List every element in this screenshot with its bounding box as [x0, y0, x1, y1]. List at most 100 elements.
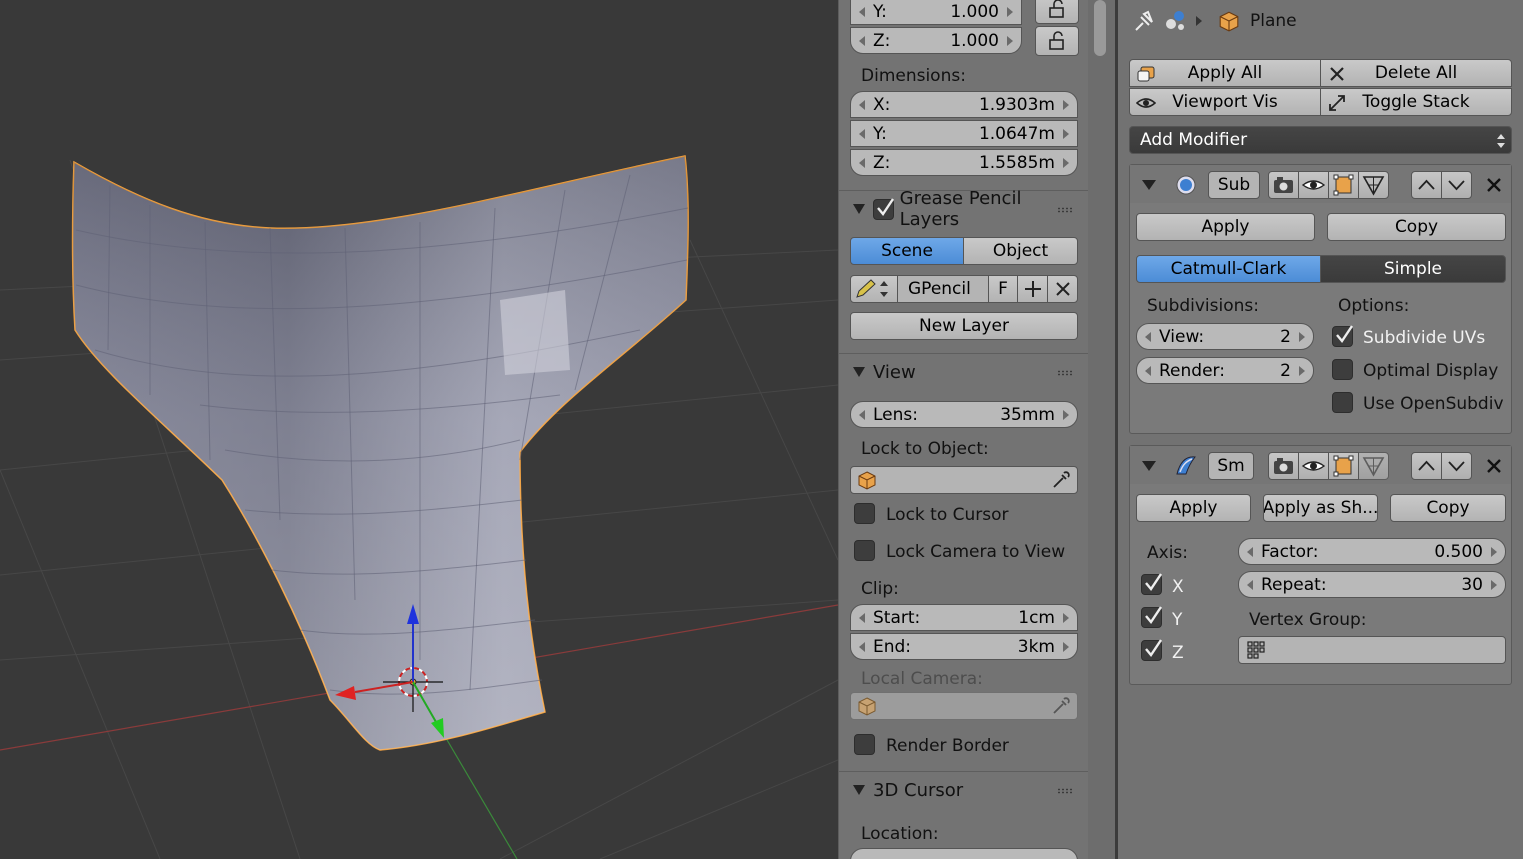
subsurf-view-levels-field[interactable]: View: 2 [1136, 323, 1314, 350]
cursor-location-x-field[interactable] [850, 848, 1078, 859]
repeat-field[interactable]: Repeat: 30 [1238, 571, 1506, 598]
smooth-copy-button[interactable]: Copy [1390, 494, 1506, 522]
close-icon[interactable] [1484, 456, 1504, 476]
checkmark-icon [877, 197, 894, 216]
vertex-group-icon [1247, 641, 1265, 659]
dimensions-x-field[interactable]: X: 1.9303m [850, 91, 1078, 118]
apply-as-shape-button[interactable]: Apply as Sh... [1263, 494, 1378, 522]
lens-field[interactable]: Lens: 35mm [850, 401, 1078, 428]
checkmark-icon [1145, 573, 1162, 592]
gpencil-browse-button[interactable] [850, 275, 898, 303]
lock-to-cursor-label: Lock to Cursor [886, 505, 1009, 525]
editmode-icon [1333, 455, 1354, 477]
object-name: Plane [1250, 11, 1297, 31]
axis-z-label: Z [1172, 643, 1184, 663]
optimal-display-label: Optimal Display [1363, 361, 1499, 381]
new-layer-button[interactable]: New Layer [850, 312, 1078, 340]
use-opensubdiv-label: Use OpenSubdiv [1363, 394, 1504, 414]
scrollbar-thumb[interactable] [1094, 0, 1106, 56]
axis-y-checkbox[interactable] [1141, 606, 1162, 628]
drag-grip-icon[interactable] [1057, 788, 1073, 794]
cage-triangle-icon [1362, 176, 1385, 196]
delete-all-button[interactable]: Delete All [1320, 59, 1512, 87]
local-camera-field[interactable] [850, 692, 1078, 720]
dimensions-z-field[interactable]: Z: 1.5585m [850, 149, 1078, 176]
modifier-apply-icon [1137, 66, 1155, 82]
unlink-gpencil-button[interactable] [1047, 275, 1078, 303]
subsurf-icon [1176, 175, 1196, 195]
view-panel-header[interactable]: View [843, 355, 1083, 389]
camera-icon [1274, 177, 1293, 193]
move-down-button[interactable] [1441, 452, 1472, 480]
move-down-button[interactable] [1441, 171, 1472, 199]
new-gpencil-button[interactable] [1017, 275, 1048, 303]
updown-arrows-icon [1497, 134, 1505, 148]
move-up-button[interactable] [1411, 452, 1442, 480]
drag-grip-icon[interactable] [1057, 370, 1073, 376]
apply-all-button[interactable]: Apply All [1129, 59, 1321, 87]
use-opensubdiv-checkbox[interactable] [1332, 392, 1353, 413]
grease-pencil-panel-header[interactable]: Grease Pencil Layers [843, 188, 1083, 230]
smooth-modifier-box: Sm Apply Apply as Sh... Copy Axis: Facto… [1129, 445, 1512, 685]
factor-field[interactable]: Factor: 0.500 [1238, 538, 1506, 565]
axis-z-checkbox[interactable] [1141, 639, 1162, 661]
viewport-toggle-button[interactable] [1298, 171, 1329, 199]
add-modifier-dropdown[interactable]: Add Modifier [1129, 126, 1512, 154]
move-up-button[interactable] [1411, 171, 1442, 199]
axis-x-label: X [1172, 577, 1184, 597]
axis-x-checkbox[interactable] [1141, 573, 1162, 595]
eyedropper-icon[interactable] [1051, 696, 1071, 716]
smooth-apply-button[interactable]: Apply [1136, 494, 1251, 522]
vertex-group-field[interactable] [1238, 636, 1506, 664]
subdivide-uvs-checkbox[interactable] [1332, 325, 1353, 347]
tab-object[interactable]: Object [963, 237, 1078, 265]
catmull-clark-option[interactable]: Catmull-Clark [1136, 255, 1321, 283]
close-icon[interactable] [1484, 175, 1504, 195]
render-toggle-button[interactable] [1268, 452, 1299, 480]
collapse-triangle-icon[interactable] [1142, 180, 1156, 190]
subsurf-name-field[interactable]: Sub [1208, 171, 1260, 199]
render-border-checkbox[interactable] [854, 734, 875, 755]
subsurf-apply-button[interactable]: Apply [1136, 213, 1315, 241]
scale-y-field[interactable]: Y: 1.000 [850, 0, 1022, 25]
lock-scale-y-button[interactable] [1035, 0, 1079, 24]
clip-start-field[interactable]: Start: 1cm [850, 604, 1078, 631]
subsurf-render-levels-field[interactable]: Render: 2 [1136, 357, 1314, 384]
drag-grip-icon[interactable] [1057, 207, 1073, 213]
fake-user-button[interactable]: F [988, 275, 1018, 303]
sidebar-scrollbar[interactable] [1088, 0, 1115, 859]
options-label: Options: [1338, 296, 1410, 316]
optimal-display-checkbox[interactable] [1332, 359, 1353, 380]
3d-cursor-panel-header[interactable]: 3D Cursor [843, 773, 1083, 807]
cage-toggle-button[interactable] [1358, 452, 1389, 480]
subsurf-copy-button[interactable]: Copy [1327, 213, 1506, 241]
eyedropper-icon[interactable] [1051, 470, 1071, 490]
chevron-up-icon [1418, 460, 1435, 471]
view-panel-title: View [873, 361, 916, 383]
simple-option[interactable]: Simple [1320, 255, 1506, 283]
viewport-toggle-button[interactable] [1298, 452, 1329, 480]
tab-scene[interactable]: Scene [850, 237, 964, 265]
lock-scale-z-button[interactable] [1035, 26, 1079, 56]
scale-z-field[interactable]: Z: 1.000 [850, 27, 1022, 54]
vertex-group-label: Vertex Group: [1249, 610, 1367, 630]
lock-object-field[interactable] [850, 466, 1078, 494]
collapse-triangle-icon [853, 367, 865, 377]
gpencil-name-field[interactable]: GPencil [897, 275, 989, 303]
smooth-name-field[interactable]: Sm [1208, 452, 1254, 480]
3d-viewport[interactable] [0, 0, 838, 859]
toggle-stack-button[interactable]: Toggle Stack [1320, 88, 1512, 116]
cage-triangle-icon [1362, 457, 1385, 477]
pin-icon[interactable] [1132, 8, 1158, 34]
editmode-toggle-button[interactable] [1328, 171, 1359, 199]
dimensions-y-field[interactable]: Y: 1.0647m [850, 120, 1078, 147]
viewport-vis-button[interactable]: Viewport Vis [1129, 88, 1321, 116]
lock-to-cursor-checkbox[interactable] [854, 503, 875, 524]
lock-camera-to-view-checkbox[interactable] [854, 540, 875, 561]
grease-pencil-checkbox[interactable] [873, 197, 894, 220]
clip-end-field[interactable]: End: 3km [850, 633, 1078, 660]
collapse-triangle-icon[interactable] [1142, 461, 1156, 471]
editmode-toggle-button[interactable] [1328, 452, 1359, 480]
render-toggle-button[interactable] [1268, 171, 1299, 199]
cage-toggle-button[interactable] [1358, 171, 1389, 199]
